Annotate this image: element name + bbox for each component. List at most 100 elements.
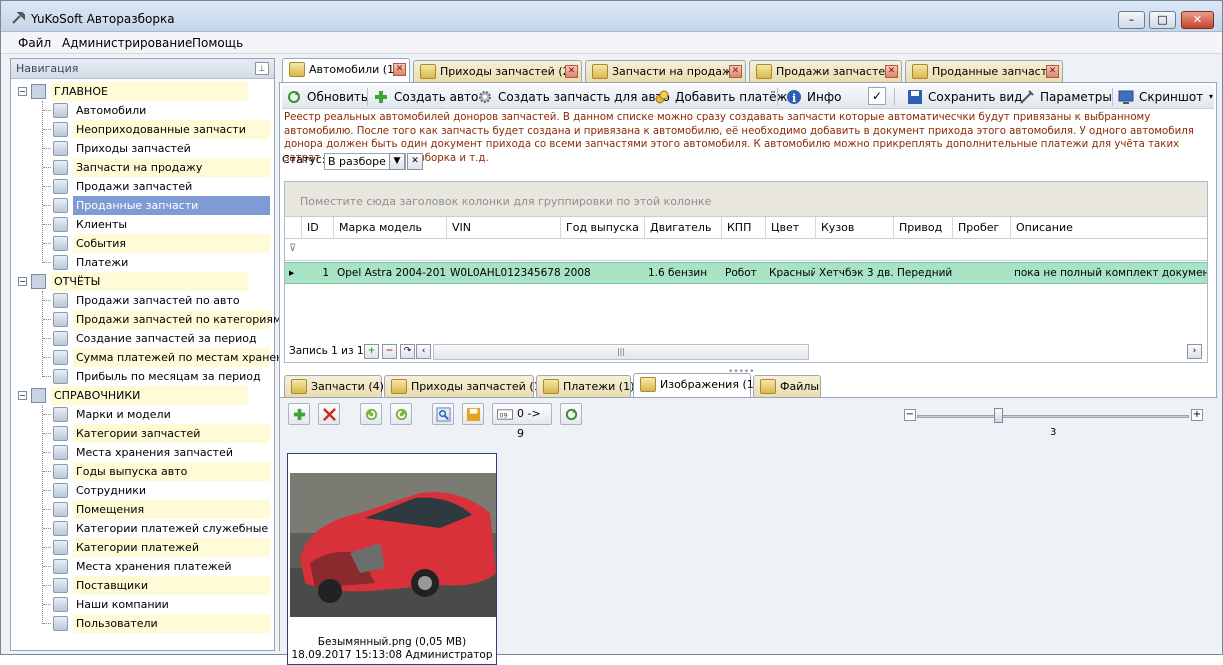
nav-group-2[interactable]: СПРАВОЧНИКИ (31, 386, 271, 405)
zoom-slider[interactable] (917, 415, 1189, 418)
column-header[interactable]: КПП (721, 217, 765, 239)
info-checkbox[interactable]: ✓ (868, 87, 886, 105)
collapse-icon[interactable]: − (18, 391, 27, 400)
refresh-record-icon[interactable]: ↷ (400, 344, 415, 359)
close-tab-icon[interactable]: ✕ (729, 65, 742, 78)
column-header[interactable]: Привод (893, 217, 952, 239)
nav-item[interactable]: Продажи запчастей по авто (53, 291, 273, 310)
column-header[interactable]: Кузов (815, 217, 893, 239)
zoom-slider-thumb[interactable] (994, 408, 1003, 423)
refresh-images-button[interactable] (560, 403, 582, 425)
minimize-button[interactable]: – (1118, 11, 1145, 29)
nav-item[interactable]: Пользователи (53, 614, 273, 633)
nav-item[interactable]: Категории платежей служебные (53, 519, 273, 538)
nav-item[interactable]: Места хранения запчастей (53, 443, 273, 462)
image-thumbnail[interactable]: Безымянный.png (0,05 MB) 18.09.2017 15:1… (287, 453, 497, 665)
table-row[interactable]: ▸ 1 Opel Astra 2004-2015 W0L0AHL0123456787 2… (285, 262, 1207, 284)
tab-1[interactable]: Приходы запчастей (2) ✕ (413, 60, 582, 82)
nav-item[interactable]: Прибыль по месяцам за период (53, 367, 273, 386)
close-tab-icon[interactable]: ✕ (393, 63, 406, 76)
group-panel[interactable]: Поместите сюда заголовок колонки для гру… (285, 182, 1207, 217)
add-record-icon[interactable]: + (364, 344, 379, 359)
info-icon: i (787, 90, 801, 105)
tab-0[interactable]: Автомобили (1) ✕ (282, 58, 410, 83)
pin-icon[interactable]: ⊥ (255, 62, 269, 75)
nav-item[interactable]: Создание запчастей за период (53, 329, 273, 348)
tab-2[interactable]: Запчасти на продажу ✕ (585, 60, 746, 82)
subtab-0[interactable]: Запчасти (4) (284, 375, 384, 397)
nav-item[interactable]: Проданные запчасти (53, 196, 273, 215)
chevron-down-icon[interactable]: ▼ (389, 153, 405, 170)
zoom-out-icon[interactable]: − (904, 409, 916, 421)
nav-item[interactable]: Поставщики (53, 576, 273, 595)
nav-item[interactable]: Марки и модели (53, 405, 273, 424)
column-header[interactable]: Марка модель (333, 217, 446, 239)
grid-navigator: Запись 1 из 1 + − ↷ ‹ ||| › (285, 342, 1207, 362)
nav-item[interactable]: Продажи запчастей (53, 177, 273, 196)
save-image-button[interactable] (462, 403, 484, 425)
nav-item[interactable]: Клиенты (53, 215, 273, 234)
toolbar-separator (894, 88, 895, 106)
nav-item[interactable]: Помещения (53, 500, 273, 519)
navigation-panel: Навигация ⊥ − ГЛАВНОЕ Автомобили Неоприходо… (10, 58, 297, 651)
menu-file[interactable]: Файл (18, 36, 51, 50)
column-header[interactable]: VIN (446, 217, 560, 239)
nav-item[interactable]: Сотрудники (53, 481, 273, 500)
scroll-left-icon[interactable]: ‹ (416, 344, 431, 359)
zoom-in-icon[interactable]: + (1191, 409, 1203, 421)
add-image-button[interactable] (288, 403, 310, 425)
nav-item-label: Приходы запчастей (76, 142, 191, 155)
delete-record-icon[interactable]: − (382, 344, 397, 359)
subtab-2[interactable]: Платежи (1) (536, 375, 634, 397)
subtab-4[interactable]: Файлы (753, 375, 821, 397)
column-header[interactable]: Цвет (765, 217, 815, 239)
column-header[interactable]: Год выпуска (560, 217, 644, 239)
column-header[interactable]: Описание (1010, 217, 1207, 239)
rotate-left-button[interactable] (360, 403, 382, 425)
column-header[interactable]: Пробег (952, 217, 1010, 239)
clear-icon[interactable]: ✕ (407, 153, 423, 170)
nav-item[interactable]: Автомобили (53, 101, 273, 120)
nav-item[interactable]: Запчасти на продажу (53, 158, 273, 177)
nav-group-0[interactable]: ГЛАВНОЕ (31, 82, 271, 101)
menu-admin[interactable]: Администрирование (62, 36, 192, 50)
column-header[interactable]: ID (301, 217, 333, 239)
column-header[interactable]: Двигатель (644, 217, 721, 239)
subtab-icon (391, 379, 407, 394)
horizontal-scrollbar[interactable]: ||| (433, 344, 809, 360)
nav-item[interactable]: Сумма платежей по местам хранения (53, 348, 297, 367)
table-cell: W0L0AHL0123456787 (450, 267, 560, 279)
title-bar[interactable]: YuKoSoft Авторазборка – □ ✕ (1, 1, 1222, 32)
tab-3[interactable]: Продажи запчастей ✕ (749, 60, 902, 82)
nav-item[interactable]: Годы выпуска авто (53, 462, 273, 481)
collapse-icon[interactable]: − (18, 277, 27, 286)
tab-4[interactable]: Проданные запчасти ✕ (905, 60, 1063, 82)
nav-item[interactable]: Места хранения платежей (53, 557, 273, 576)
subtab-1[interactable]: Приходы запчастей (1) (384, 375, 545, 397)
maximize-button[interactable]: □ (1149, 11, 1176, 29)
refresh-icon (565, 408, 578, 421)
nav-item[interactable]: Платежи (53, 253, 273, 272)
close-tab-icon[interactable]: ✕ (565, 65, 578, 78)
nav-item[interactable]: Наши компании (53, 595, 273, 614)
close-button[interactable]: ✕ (1181, 11, 1214, 29)
delete-image-button[interactable] (318, 403, 340, 425)
nav-item[interactable]: События (53, 234, 273, 253)
nav-item[interactable]: Неоприходованные запчасти (53, 120, 273, 139)
close-tab-icon[interactable]: ✕ (885, 65, 898, 78)
nav-item[interactable]: Продажи запчастей по категориям (53, 310, 281, 329)
sort-button[interactable]: 09 0 -> 9 (492, 403, 552, 440)
filter-row[interactable]: ⊽ (285, 239, 1207, 261)
menu-help[interactable]: Помощь (192, 36, 243, 50)
nav-item[interactable]: Категории платежей (53, 538, 273, 557)
collapse-icon[interactable]: − (18, 87, 27, 96)
nav-item[interactable]: Приходы запчастей (53, 139, 273, 158)
scroll-right-icon[interactable]: › (1187, 344, 1202, 359)
subtab-3[interactable]: Изображения (1) (633, 373, 758, 398)
menu-bar: Файл Администрирование Помощь (1, 32, 1222, 54)
view-image-button[interactable] (432, 403, 454, 425)
rotate-right-button[interactable] (390, 403, 412, 425)
nav-item[interactable]: Категории запчастей (53, 424, 273, 443)
nav-group-1[interactable]: ОТЧЁТЫ (31, 272, 271, 291)
close-tab-icon[interactable]: ✕ (1046, 65, 1059, 78)
